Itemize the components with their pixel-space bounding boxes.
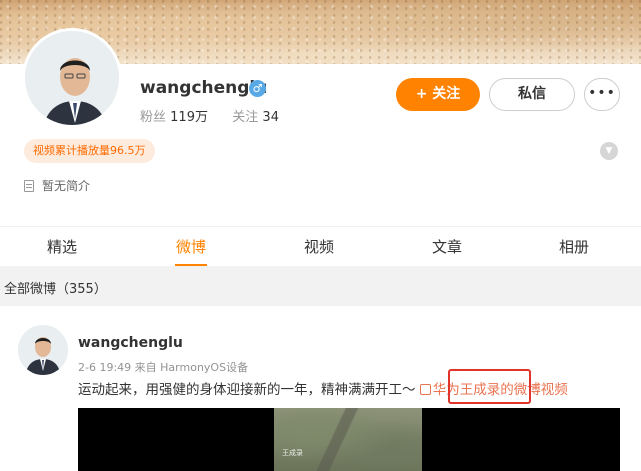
tab-videos[interactable]: 视频	[279, 227, 359, 267]
profile-avatar[interactable]	[22, 28, 122, 128]
feed-section-title: 全部微博（355）	[4, 282, 107, 297]
video-thumbnail[interactable]	[274, 408, 422, 471]
tab-albums[interactable]: 相册	[534, 227, 614, 267]
tab-articles[interactable]: 文章	[407, 227, 487, 267]
fans-count[interactable]: 119万	[170, 110, 208, 125]
tab-weibo[interactable]: 微博	[151, 227, 231, 267]
post-avatar[interactable]	[18, 325, 68, 375]
male-icon: ♂	[249, 80, 266, 97]
more-options-button[interactable]: •••	[584, 78, 620, 111]
bio-text: 暂无简介	[42, 179, 91, 193]
profile-stats: 粉丝 119万 关注 34	[140, 106, 279, 125]
post-avatar-image	[18, 325, 68, 375]
video-play-icon	[419, 384, 431, 395]
post-meta: 2-6 19:49 来自 HarmonyOS设备	[78, 361, 249, 374]
avatar-image	[25, 31, 119, 125]
chevron-down-icon[interactable]: ▼	[600, 142, 618, 160]
thumbnail-caption: 王成录	[282, 449, 303, 457]
profile-tabs: 精选 微博 视频 文章 相册	[0, 226, 641, 266]
following-label: 关注	[232, 110, 259, 125]
message-button[interactable]: 私信	[489, 78, 575, 111]
bio-row: 暂无简介	[24, 177, 90, 194]
post-body: 运动起来，用强健的身体迎接新的一年，精神满满开工～	[78, 382, 420, 398]
post-username[interactable]: wangchenglu	[78, 335, 183, 351]
document-icon	[24, 180, 34, 192]
active-tab-indicator	[175, 264, 207, 266]
annotation-highlight-box	[448, 369, 531, 404]
following-count[interactable]: 34	[262, 110, 279, 125]
tab-featured[interactable]: 精选	[22, 227, 102, 267]
follow-button[interactable]: + 关注	[396, 78, 480, 111]
play-count-badge: 视频累计播放量96.5万	[24, 139, 155, 163]
fans-label: 粉丝	[140, 110, 167, 125]
